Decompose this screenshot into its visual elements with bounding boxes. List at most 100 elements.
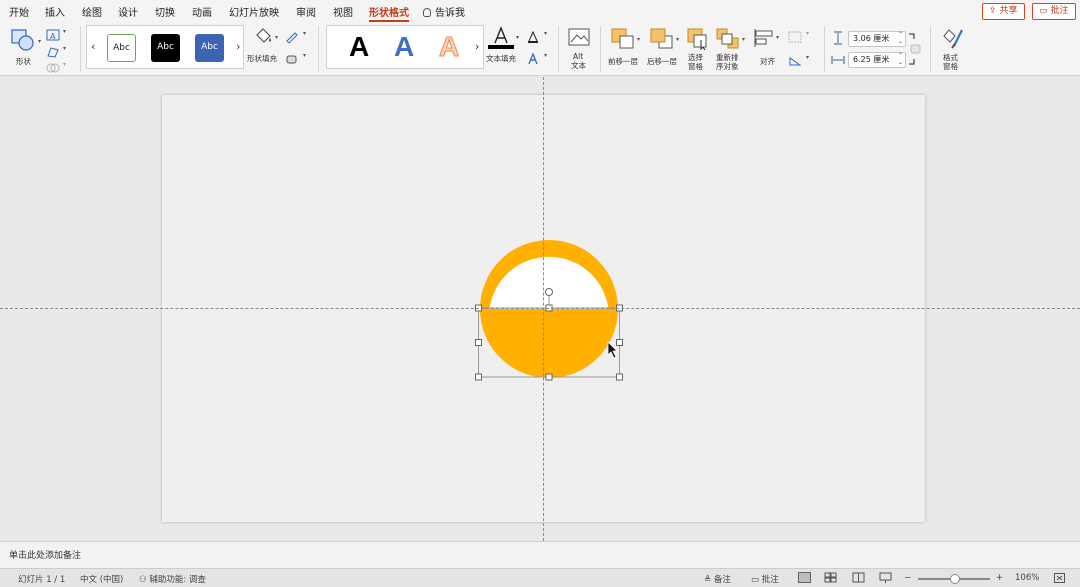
lock-aspect-ratio-toggle[interactable] (908, 33, 922, 65)
tab-design[interactable]: 设计 (118, 4, 138, 19)
reorder-label-1: 重新排 (716, 53, 739, 62)
comments-toggle-button[interactable]: ▭ 批注 (751, 573, 779, 585)
comments-button[interactable]: ▭ 批注 (1032, 3, 1076, 20)
merge-shapes-button[interactable]: ▾ (46, 59, 70, 73)
wordart-style-black[interactable]: A (349, 30, 369, 64)
zoom-slider-knob[interactable] (950, 574, 960, 584)
shape-fill-label: 形状填充 (247, 54, 277, 63)
text-outline-button[interactable]: ▾ (526, 28, 552, 43)
slide-sorter-icon (824, 572, 837, 583)
wordart-styles-gallery: A A A › (326, 25, 484, 69)
text-fill-icon (488, 26, 514, 49)
shape-fill-button[interactable]: ▾ 形状填充 (246, 26, 282, 72)
text-effects-icon (528, 52, 538, 65)
selection-pane-button[interactable]: 选择 窗格 (685, 26, 711, 72)
align-icon (754, 29, 773, 47)
tab-home[interactable]: 开始 (9, 4, 29, 19)
shape-width-icon (831, 56, 845, 64)
bring-forward-button[interactable]: ▾ 前移一层 (607, 26, 645, 72)
ribbon-separator (600, 26, 601, 72)
shape-width-value: 6.25 厘米 (853, 55, 890, 64)
format-pane-label-2: 窗格 (943, 62, 958, 71)
zoom-level[interactable]: 106% (1015, 573, 1039, 583)
accessibility-icon: ⚇ (139, 575, 150, 585)
shape-effects-icon (286, 55, 297, 64)
comments-toggle-label: 批注 (761, 575, 779, 585)
width-stepper-arrows-icon[interactable]: ⌃ ⌄ (898, 52, 903, 66)
text-box-button[interactable]: A ▾ (46, 26, 70, 41)
comments-button-label: 批注 (1050, 6, 1069, 16)
tab-slideshow[interactable]: 幻灯片放映 (229, 4, 279, 19)
selection-pane-label-2: 窗格 (688, 62, 703, 71)
tab-insert[interactable]: 插入 (45, 4, 65, 19)
wordart-style-orange[interactable]: A (438, 30, 459, 64)
shape-outline-button[interactable]: ▾ (285, 28, 311, 44)
shapes-button[interactable]: ▾ 形状 (8, 26, 42, 72)
zoom-in-button[interactable]: + (996, 573, 1003, 583)
reading-view-button[interactable] (852, 572, 865, 583)
shape-style-blue[interactable]: Abc (195, 34, 224, 62)
height-stepper-arrows-icon[interactable]: ⌃ ⌄ (898, 31, 903, 45)
wordart-next-arrow-icon[interactable]: › (475, 40, 479, 53)
share-icon: ⇪ (989, 6, 997, 16)
format-pane-button[interactable]: 格式 窗格 (937, 26, 967, 72)
shape-height-value: 3.06 厘米 (853, 34, 890, 43)
ribbon-shape-format: ▾ 形状 A ▾ ▾ ▾ ‹ Abc Abc Abc › ▾ 形状填充 ▾ ▾ (0, 22, 1080, 76)
text-effects-button[interactable]: ▾ (526, 50, 552, 65)
fit-to-window-button[interactable] (1054, 573, 1065, 583)
group-objects-button[interactable]: ▾ (788, 28, 814, 43)
gallery-next-arrow-icon[interactable]: › (236, 40, 240, 53)
text-box-icon: A (46, 29, 60, 41)
edit-shape-button[interactable]: ▾ (46, 43, 70, 58)
rotate-button[interactable]: ▾ (788, 52, 814, 66)
tab-transitions[interactable]: 切换 (155, 4, 175, 19)
slideshow-icon (879, 572, 892, 583)
slideshow-view-button[interactable] (879, 572, 892, 583)
comment-bubble-icon: ▭ (751, 575, 762, 585)
shape-width-field[interactable]: 6.25 厘米 ⌃ ⌄ (848, 52, 906, 68)
shape-effects-button[interactable]: ▾ (285, 50, 311, 64)
reorder-objects-button[interactable]: ▾ 重新排 序对象 (714, 26, 750, 72)
accessibility-checker[interactable]: ⚇ 辅助功能: 调查 (139, 573, 206, 585)
shape-style-black[interactable]: Abc (151, 34, 180, 62)
group-icon (788, 31, 802, 43)
svg-text:A: A (50, 32, 56, 41)
edit-shape-icon (47, 47, 59, 58)
ribbon-separator (824, 26, 825, 72)
shape-height-field[interactable]: 3.06 厘米 ⌃ ⌄ (848, 31, 906, 47)
text-fill-label: 文本填充 (486, 54, 516, 63)
tab-view[interactable]: 视图 (333, 4, 353, 19)
shape-style-outline[interactable]: Abc (107, 34, 136, 62)
share-button-label: 共享 (999, 6, 1018, 16)
zoom-out-button[interactable]: − (904, 573, 911, 583)
normal-view-button[interactable] (798, 572, 811, 583)
tell-me-search[interactable]: 告诉我 (423, 4, 465, 19)
selection-pane-icon (687, 28, 707, 50)
fit-window-icon (1054, 573, 1065, 583)
align-button[interactable]: ▾ 对齐 (752, 26, 782, 72)
notes-toggle-button[interactable]: ≜ 备注 (704, 573, 731, 585)
tab-shape-format[interactable]: 形状格式 (369, 4, 409, 22)
vertical-smart-guide (543, 77, 544, 541)
pencil-icon (286, 32, 298, 44)
tab-animations[interactable]: 动画 (192, 4, 212, 19)
language-indicator[interactable]: 中文 (中国) (80, 573, 123, 585)
alt-text-button[interactable]: Alt 文本 (564, 26, 594, 72)
send-backward-button[interactable]: ▾ 后移一层 (646, 26, 684, 72)
gallery-prev-arrow-icon[interactable]: ‹ (91, 40, 95, 53)
slide-sorter-view-button[interactable] (824, 572, 837, 583)
share-button[interactable]: ⇪ 共享 (982, 3, 1025, 20)
text-outline-icon (528, 30, 538, 43)
bring-forward-icon (611, 28, 634, 49)
tab-review[interactable]: 审阅 (296, 4, 316, 19)
tab-draw[interactable]: 绘图 (82, 4, 102, 19)
format-pane-icon (943, 29, 963, 49)
slide-canvas-area[interactable] (0, 77, 1080, 541)
notes-pane[interactable]: 单击此处添加备注 (0, 541, 1080, 568)
notes-toggle-label: 备注 (713, 575, 731, 585)
wordart-style-blue[interactable]: A (394, 30, 414, 64)
merge-shapes-icon (46, 63, 60, 73)
reorder-objects-icon (716, 28, 739, 49)
ribbon-separator (318, 26, 319, 72)
text-fill-button[interactable]: ▾ 文本填充 (486, 26, 522, 72)
